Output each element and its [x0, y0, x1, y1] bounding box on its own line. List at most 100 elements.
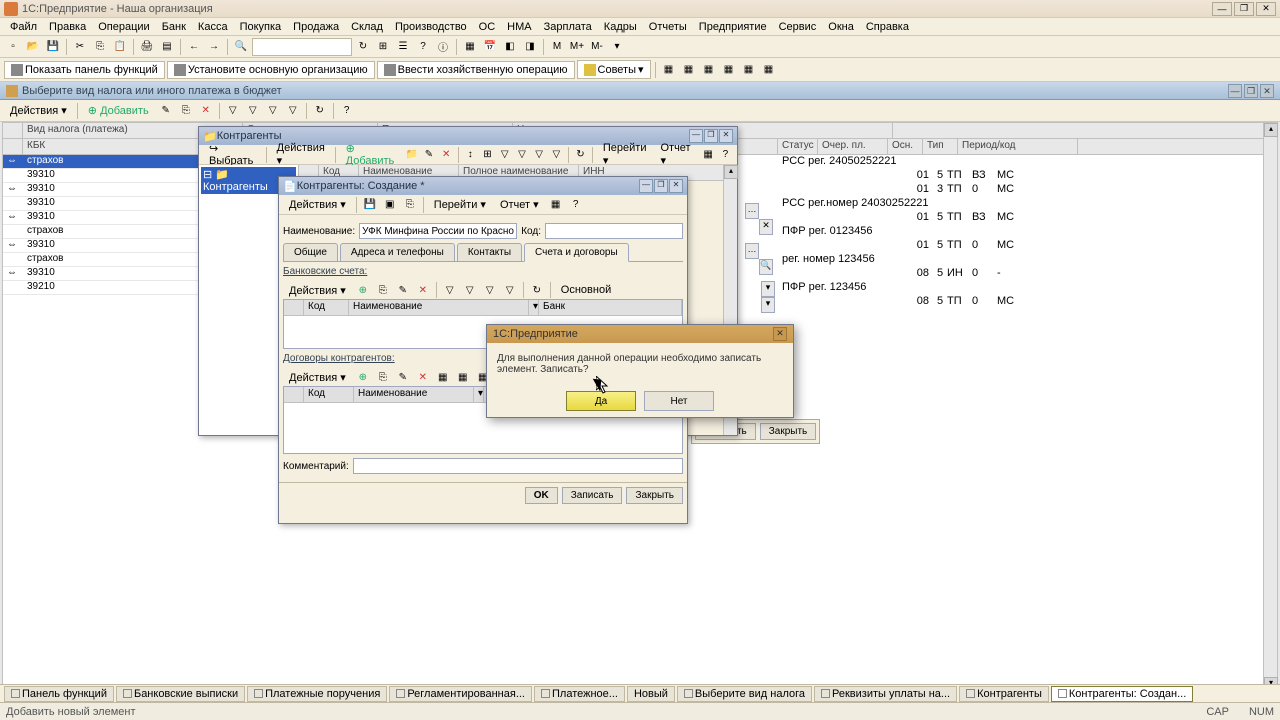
sel-btn-3[interactable]: ▾: [761, 281, 775, 297]
menu-production[interactable]: Производство: [389, 19, 473, 35]
doc-edit-icon[interactable]: ✎: [157, 102, 175, 120]
tb-kontragenty-create[interactable]: Контрагенты: Создан...: [1051, 686, 1193, 702]
contract-add-icon[interactable]: ⊕: [354, 368, 372, 386]
tb-req[interactable]: Реквизиты уплаты на...: [814, 686, 957, 702]
ew-ext-icon[interactable]: ▦: [547, 196, 565, 214]
menu-service[interactable]: Сервис: [773, 19, 823, 35]
kw-f1-icon[interactable]: ▽: [497, 146, 512, 164]
ew-close-button[interactable]: ✕: [669, 179, 683, 193]
sel-btn-2[interactable]: …: [745, 243, 759, 259]
ew-report-button[interactable]: Отчет ▾: [494, 196, 545, 213]
menu-reports[interactable]: Отчеты: [643, 19, 693, 35]
forward-icon[interactable]: →: [205, 38, 223, 56]
bank-f4-icon[interactable]: ▽: [501, 281, 519, 299]
kw-f2-icon[interactable]: ▽: [514, 146, 529, 164]
minimize-button[interactable]: —: [1212, 2, 1232, 16]
ew-max-button[interactable]: ❐: [654, 179, 668, 193]
table-row[interactable]: рег. номер 123456: [778, 253, 1263, 267]
kw-f4-icon[interactable]: ▽: [549, 146, 564, 164]
menu-enterprise[interactable]: Предприятие: [693, 19, 773, 35]
menu-file[interactable]: Файл: [4, 19, 43, 35]
contract-t1-icon[interactable]: ▦: [434, 368, 452, 386]
kw-close-button[interactable]: ✕: [719, 129, 733, 143]
doc-help-icon[interactable]: ?: [338, 102, 356, 120]
tips-button[interactable]: Советы▾: [577, 60, 651, 79]
menu-purchase[interactable]: Покупка: [234, 19, 288, 35]
contract-actions-button[interactable]: Действия ▾: [283, 369, 352, 386]
gh-tip[interactable]: Тип: [923, 139, 958, 154]
paste-icon[interactable]: 📋: [111, 38, 129, 56]
gh-osn[interactable]: Осн.: [888, 139, 923, 154]
tab-accounts[interactable]: Счета и договоры: [524, 243, 629, 262]
table-row[interactable]: ПФР рег. 123456: [778, 281, 1263, 295]
doc-filter3-icon[interactable]: ▽: [264, 102, 282, 120]
ew-actions-button[interactable]: Действия ▾: [283, 196, 352, 213]
ew-save-icon[interactable]: 💾: [361, 196, 379, 214]
sel-btn-4[interactable]: ▾: [761, 297, 775, 313]
gh-status[interactable]: Статус: [778, 139, 818, 154]
name-input[interactable]: [359, 223, 517, 239]
ew-copy-icon[interactable]: ⎘: [401, 196, 419, 214]
sel-btn-1[interactable]: …: [745, 203, 759, 219]
doc-filter1-icon[interactable]: ▽: [224, 102, 242, 120]
sub-close-button[interactable]: Закрыть: [760, 423, 817, 440]
dialog-close-button[interactable]: ✕: [773, 327, 787, 341]
menu-edit[interactable]: Правка: [43, 19, 92, 35]
enter-op-button[interactable]: Ввести хозяйственную операцию: [377, 61, 575, 79]
ok-button[interactable]: OK: [525, 487, 558, 504]
tab-contacts[interactable]: Контакты: [457, 243, 522, 261]
ew-go-button[interactable]: Перейти ▾: [428, 196, 492, 213]
table-row[interactable]: 013ТП0МС: [778, 183, 1263, 197]
main-scrollbar[interactable]: ▴ ▾: [1263, 123, 1277, 691]
close-button[interactable]: ✕: [1256, 2, 1276, 16]
contract-del-icon[interactable]: ✕: [414, 368, 432, 386]
table-row[interactable]: РСС рег. 24050252221: [778, 155, 1263, 169]
set-org-button[interactable]: Установите основную организацию: [167, 61, 375, 79]
kw-move-icon[interactable]: ↕: [463, 146, 478, 164]
kw-hier-icon[interactable]: ⊞: [480, 146, 495, 164]
menu-cash[interactable]: Касса: [192, 19, 234, 35]
menu-operations[interactable]: Операции: [92, 19, 155, 35]
tab-general[interactable]: Общие: [283, 243, 338, 261]
contract-t2-icon[interactable]: ▦: [454, 368, 472, 386]
tool2-icon[interactable]: ◨: [521, 38, 539, 56]
code-input[interactable]: [545, 223, 683, 239]
help-icon[interactable]: ?: [414, 38, 432, 56]
kw-max-button[interactable]: ❐: [704, 129, 718, 143]
kw-f3-icon[interactable]: ▽: [532, 146, 547, 164]
menu-nma[interactable]: НМА: [501, 19, 537, 35]
write-button[interactable]: Записать: [562, 487, 623, 504]
kw-addgroup-icon[interactable]: 📁: [404, 146, 419, 164]
scroll-up-icon[interactable]: ▴: [1264, 123, 1278, 137]
list-icon[interactable]: ☰: [394, 38, 412, 56]
kw-help-icon[interactable]: ?: [718, 146, 733, 164]
tb-regl[interactable]: Регламентированная...: [389, 686, 532, 702]
table-row[interactable]: ПФР рег. 0123456: [778, 225, 1263, 239]
bank-actions-button[interactable]: Действия ▾: [283, 282, 352, 299]
tb-payments[interactable]: Платежные поручения: [247, 686, 387, 702]
calendar-icon[interactable]: 📅: [481, 38, 499, 56]
tab-address[interactable]: Адреса и телефоны: [340, 243, 455, 261]
table-row[interactable]: 085ИН0-: [778, 267, 1263, 281]
doc-delete-icon[interactable]: ✕: [197, 102, 215, 120]
print-icon[interactable]: 🖨: [138, 38, 156, 56]
mplus-icon[interactable]: M+: [568, 38, 586, 56]
menu-sale[interactable]: Продажа: [287, 19, 345, 35]
table-row[interactable]: 085ТП0МС: [778, 295, 1263, 309]
mdi-max-button[interactable]: ❐: [1244, 84, 1258, 98]
save-icon[interactable]: 💾: [44, 38, 62, 56]
mdi-close-button[interactable]: ✕: [1260, 84, 1274, 98]
bank-f1-icon[interactable]: ▽: [441, 281, 459, 299]
doc-add-button[interactable]: ⊕ Добавить: [82, 102, 155, 119]
ew-reread-icon[interactable]: ▣: [381, 196, 399, 214]
tb-new[interactable]: Новый: [627, 686, 675, 702]
menu-windows[interactable]: Окна: [822, 19, 860, 35]
search-combo[interactable]: [252, 38, 352, 56]
menu-hr[interactable]: Кадры: [598, 19, 643, 35]
table-row[interactable]: 015ТПВЗМС: [778, 169, 1263, 183]
table-row[interactable]: РСС рег.номер 24030252221: [778, 197, 1263, 211]
ab1-icon[interactable]: ▦: [660, 61, 678, 79]
contract-edit-icon[interactable]: ✎: [394, 368, 412, 386]
dialog-yes-button[interactable]: Да: [566, 391, 636, 411]
open-icon[interactable]: 📂: [24, 38, 42, 56]
